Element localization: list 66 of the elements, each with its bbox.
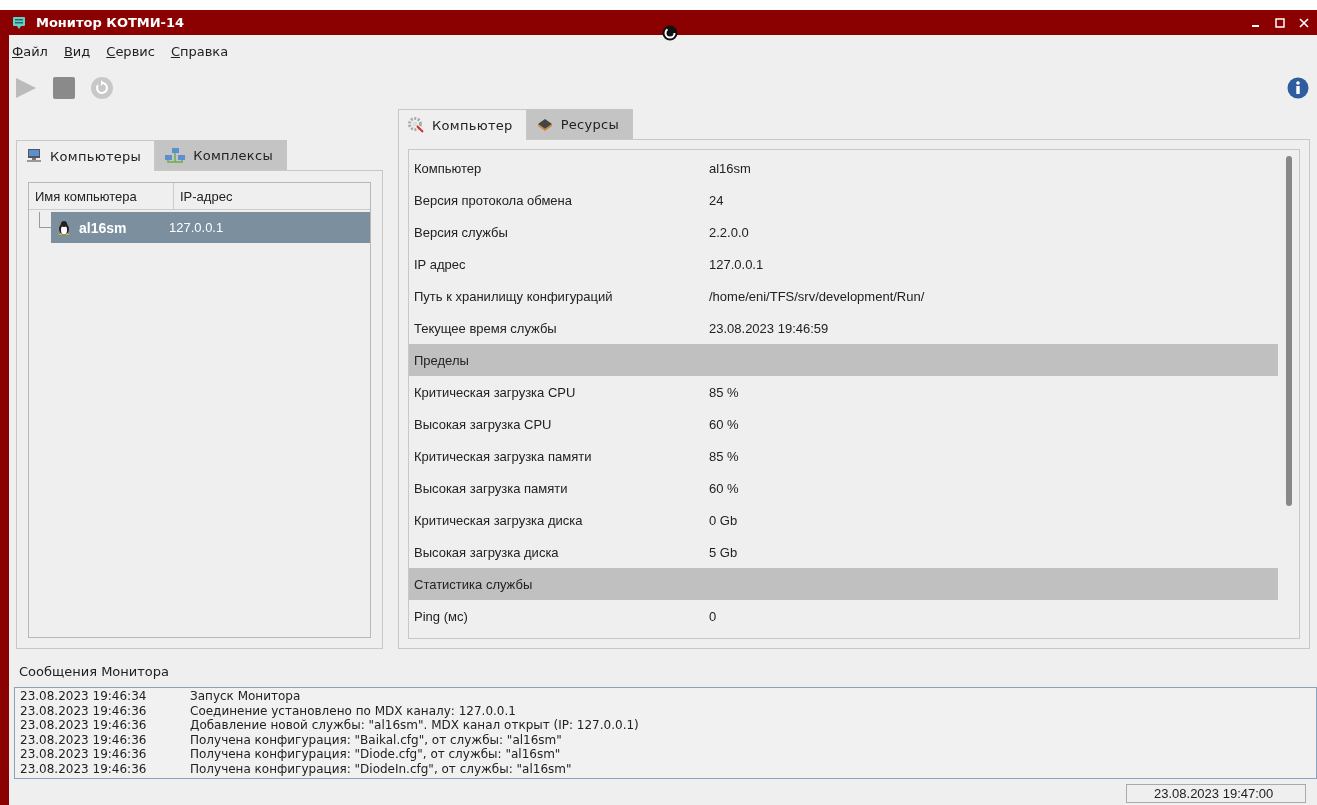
property-label: Критическая загрузка CPU: [414, 384, 577, 400]
tab[interactable]: Компьютер: [398, 109, 527, 140]
status-time: 23.08.2023 19:47:00: [1126, 784, 1306, 803]
property-value: 2.2.0.0: [709, 224, 749, 240]
property-value: 24: [709, 192, 724, 208]
message-text: Соединение установлено по MDX каналу: 127.0.0.1: [190, 703, 516, 718]
property-label: Путь к хранилищу конфигураций: [414, 288, 614, 304]
tab[interactable]: Комплексы: [155, 140, 287, 170]
property-value: 60 %: [709, 480, 739, 496]
message-text: Получена конфигурация: "Baikal.cfg", от службы: "al16sm": [190, 732, 562, 747]
chip-icon: [536, 116, 553, 133]
info-icon[interactable]: [1287, 77, 1309, 99]
property-value: 127.0.0.1: [709, 256, 764, 272]
computer-icon: [26, 148, 42, 164]
menu-item[interactable]: Вид: [63, 44, 91, 66]
property-value: 60 %: [709, 416, 739, 432]
close-icon[interactable]: [1299, 17, 1309, 28]
message-time: 23.08.2023 19:46:36: [19, 747, 148, 762]
column-header[interactable]: Имя компьютера: [29, 183, 174, 209]
property-value: /home/eni/TFS/srv/development/Run/: [709, 288, 925, 304]
monitor-icon: [12, 15, 26, 30]
maximize-icon[interactable]: [1275, 17, 1285, 28]
property-label: Высокая загрузка памяти: [414, 480, 569, 496]
window-title: Монитор КОТМИ-14: [36, 15, 185, 30]
section-header: Статистика службы: [409, 568, 1278, 600]
property-label: Компьютер: [414, 160, 483, 176]
menu-item[interactable]: Справка: [170, 44, 229, 66]
property-label: Версия службы: [414, 224, 509, 240]
gear-icon: [408, 117, 424, 133]
scrollbar-thumb[interactable]: [1285, 156, 1292, 506]
property-value: 85 %: [709, 448, 739, 464]
section-title: Сообщения Монитора: [19, 664, 170, 681]
property-value: 23.08.2023 19:46:59: [709, 320, 829, 336]
section-header: Пределы: [409, 344, 1278, 376]
menu-item[interactable]: Сервис: [106, 44, 155, 66]
property-label: Высокая загрузка CPU: [414, 416, 553, 432]
busy-cursor-icon: [662, 25, 678, 41]
property-label: Высокая загрузка диска: [414, 544, 560, 560]
message-time: 23.08.2023 19:46:36: [19, 761, 148, 776]
property-label: IP адрес: [414, 256, 467, 272]
property-label: Текущее время службы: [414, 320, 558, 336]
column-header[interactable]: IP-адрес: [174, 183, 233, 209]
property-value: 0: [709, 608, 717, 624]
property-label: Ping (мс): [414, 608, 469, 624]
property-value: 85 %: [709, 384, 739, 400]
computer-name: al16sm: [79, 219, 128, 236]
message-time: 23.08.2023 19:46:36: [19, 718, 148, 733]
menu-item[interactable]: Файл: [12, 44, 48, 66]
property-value: 5 Gb: [709, 544, 738, 560]
property-label: Версия протокола обмена: [414, 192, 573, 208]
property-label: Критическая загрузка памяти: [414, 448, 593, 464]
network-icon: [165, 147, 186, 164]
tab[interactable]: Компьютеры: [16, 140, 156, 171]
message-text: Добавление новой службы: "al16sm". MDX канал открыт (IP: 127.0.0.1): [190, 718, 639, 733]
ip-address: 127.0.0.1: [169, 220, 224, 235]
message-time: 23.08.2023 19:46:36: [19, 703, 148, 718]
property-value: al16sm: [709, 160, 751, 176]
property-value: 0 Gb: [709, 512, 738, 528]
message-time: 23.08.2023 19:46:36: [19, 732, 148, 747]
property-label: Критическая загрузка диска: [414, 512, 584, 528]
message-text: Запуск Монитора: [190, 689, 301, 704]
message-text: Получена конфигурация: "Diode.cfg", от службы: "al16sm": [190, 747, 561, 762]
penguin-icon: [57, 219, 71, 236]
message-time: 23.08.2023 19:46:34: [19, 689, 148, 704]
message-text: Получена конфигурация: "DiodeIn.cfg", от службы: "al16sm": [190, 761, 572, 776]
tab[interactable]: Ресурсы: [526, 109, 634, 139]
